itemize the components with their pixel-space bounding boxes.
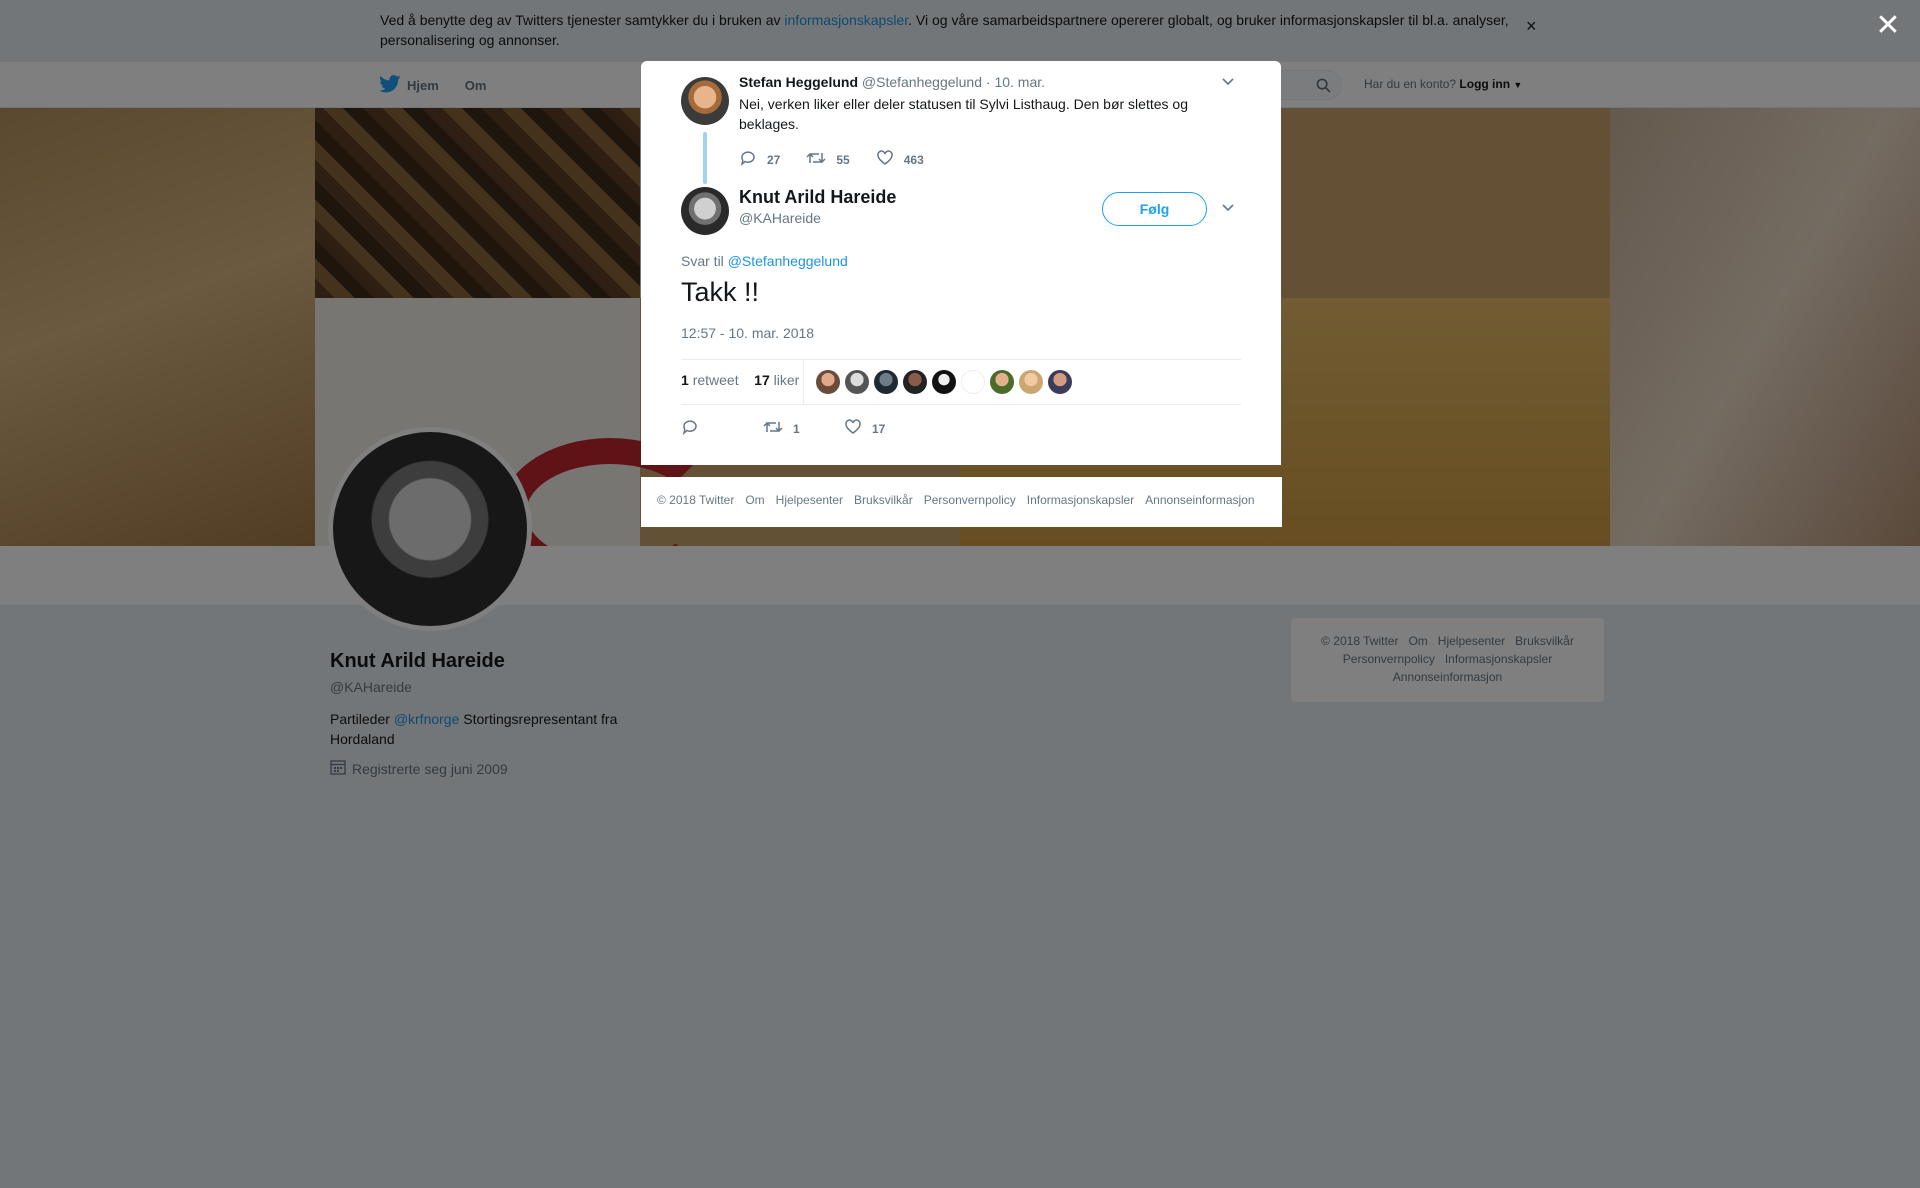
retweet-count: 55 (836, 152, 850, 167)
footer-link-ads[interactable]: Annonseinformasjon (1145, 493, 1254, 507)
chevron-down-icon[interactable] (1221, 200, 1235, 216)
like-stat[interactable]: 17 liker (754, 372, 799, 388)
close-icon[interactable]: ✕ (1874, 11, 1902, 41)
retweet-icon (806, 151, 826, 168)
like-button[interactable]: 463 (876, 150, 924, 169)
reply-icon (739, 150, 757, 169)
avatar[interactable] (681, 187, 729, 235)
footer-link-terms[interactable]: Bruksvilkår (854, 493, 913, 507)
like-stat-count: 17 (754, 372, 770, 388)
retweet-stat-label: retweet (692, 372, 739, 388)
chevron-down-icon[interactable] (1221, 74, 1235, 90)
avatar[interactable] (816, 370, 840, 394)
reply-icon (681, 419, 699, 438)
heart-icon (844, 419, 862, 438)
footer-link-privacy[interactable]: Personvernpolicy (924, 493, 1016, 507)
main-tweet-actions: 1 17 (681, 419, 885, 438)
retweet-stat[interactable]: 1 retweet (681, 372, 739, 388)
parent-tweet-text: Nei, verken liker eller deler statusen t… (739, 96, 1188, 132)
like-count: 17 (872, 421, 886, 436)
main-tweet-text: Takk !! (681, 277, 760, 307)
parent-author-name[interactable]: Stefan Heggelund (739, 74, 858, 90)
tweet-modal: Stefan Heggelund @Stefanheggelund · 10. … (641, 61, 1281, 465)
avatar[interactable] (961, 370, 985, 394)
main-tweet-timestamp[interactable]: 12:57 - 10. mar. 2018 (681, 325, 814, 341)
footer-link-help[interactable]: Hjelpesenter (776, 493, 843, 507)
like-button[interactable]: 17 (844, 419, 885, 438)
avatar[interactable] (874, 370, 898, 394)
stat-divider (803, 360, 804, 404)
thread-line (703, 132, 707, 184)
parent-author-handle[interactable]: @Stefanheggelund (862, 74, 982, 90)
reply-count: 27 (767, 152, 781, 167)
avatar[interactable] (681, 77, 729, 125)
retweet-button[interactable]: 1 (763, 419, 844, 438)
avatar[interactable] (1048, 370, 1072, 394)
heart-icon (876, 150, 894, 169)
reply-to-link[interactable]: @Stefanheggelund (728, 253, 848, 269)
retweet-button[interactable]: 55 (806, 150, 850, 169)
reply-to-line: Svar til @Stefanheggelund (681, 253, 848, 269)
avatar[interactable] (932, 370, 956, 394)
stat-counts: 1 retweet 17 liker (681, 372, 799, 388)
retweet-icon (763, 420, 783, 437)
modal-footer: © 2018 Twitter Om Hjelpesenter Bruksvilkår P… (641, 477, 1282, 527)
avatar[interactable] (990, 370, 1014, 394)
footer-link-cookies[interactable]: Informasjonskapsler (1027, 493, 1134, 507)
main-author-name[interactable]: Knut Arild Hareide (739, 187, 896, 208)
like-count: 463 (903, 152, 924, 167)
parent-tweet-date[interactable]: · 10. mar. (986, 74, 1045, 90)
reply-button[interactable] (681, 419, 763, 438)
parent-tweet-actions: 27 55 463 (739, 150, 924, 169)
footer-link-copyright[interactable]: © 2018 Twitter (657, 493, 734, 507)
avatar[interactable] (845, 370, 869, 394)
reply-button[interactable]: 27 (739, 150, 780, 169)
parent-tweet-header: Stefan Heggelund @Stefanheggelund · 10. … (739, 74, 1045, 90)
main-author-handle[interactable]: @KAHareide (739, 210, 821, 226)
avatar[interactable] (1019, 370, 1043, 394)
liker-avatars (816, 370, 1072, 394)
like-stat-label: liker (773, 372, 800, 388)
avatar[interactable] (903, 370, 927, 394)
retweet-count: 1 (793, 421, 800, 436)
follow-button[interactable]: Følg (1102, 192, 1207, 226)
reply-prefix: Svar til (681, 253, 728, 269)
retweet-stat-count: 1 (681, 372, 689, 388)
footer-link-about[interactable]: Om (745, 493, 764, 507)
tweet-stats: 1 retweet 17 liker (681, 359, 1241, 405)
